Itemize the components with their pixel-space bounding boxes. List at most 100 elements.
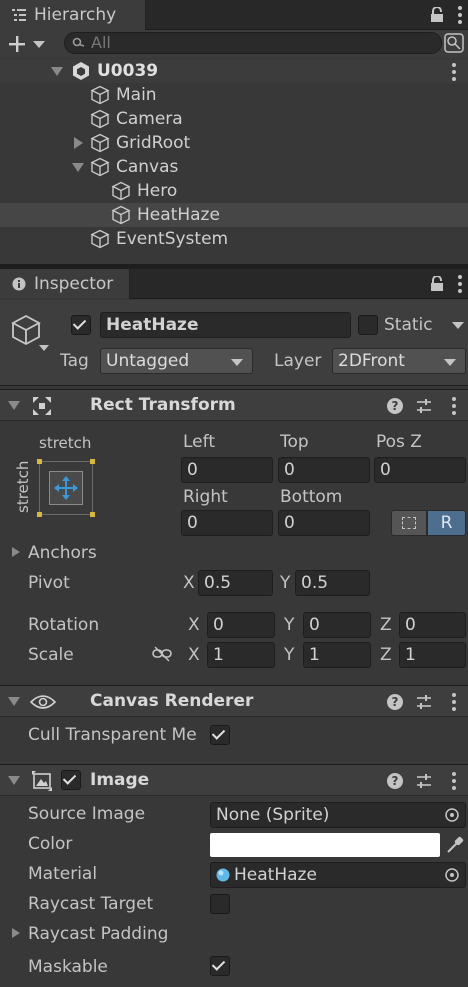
posz-value: 0 <box>380 460 391 480</box>
scene-row[interactable]: U0039 <box>0 59 468 83</box>
chevron-down-icon <box>33 41 45 48</box>
component-menu-icon[interactable] <box>452 693 456 711</box>
preset-icon[interactable] <box>416 773 432 789</box>
tag-dropdown[interactable]: Untagged <box>100 348 253 374</box>
image-enabled-checkbox[interactable] <box>61 770 81 790</box>
blueprint-mode-button[interactable] <box>391 510 427 536</box>
pivot-y-value: 0.5 <box>301 573 329 593</box>
left-input[interactable]: 0 <box>181 457 273 483</box>
rotation-z-input[interactable]: 0 <box>399 612 466 638</box>
raycast-padding-foldout-icon[interactable] <box>12 928 20 938</box>
component-menu-icon[interactable] <box>452 397 456 415</box>
tag-label: Tag <box>60 351 89 371</box>
top-input[interactable]: 0 <box>278 457 370 483</box>
pivot-y-input[interactable]: 0.5 <box>295 570 370 596</box>
hierarchy-item-eventsystem[interactable]: EventSystem <box>0 227 468 251</box>
create-button[interactable] <box>8 34 45 54</box>
expand-arrow-icon[interactable] <box>74 137 83 149</box>
posz-input[interactable]: 0 <box>374 457 466 483</box>
hierarchy-item-canvas[interactable]: Canvas <box>0 155 468 179</box>
scale-z-label: Z <box>380 645 392 665</box>
bottom-input[interactable]: 0 <box>278 510 370 536</box>
hierarchy-tab-label: Hierarchy <box>34 5 117 25</box>
top-label: Top <box>280 432 309 452</box>
color-swatch[interactable] <box>210 833 440 857</box>
anchor-presets-button[interactable] <box>37 459 95 517</box>
static-dropdown-arrow-icon[interactable] <box>452 322 464 329</box>
hierarchy-item-gridroot[interactable]: GridRoot <box>0 131 468 155</box>
stretch-arrows-icon <box>54 476 78 500</box>
scale-z-value: 1 <box>405 645 416 665</box>
bottom-value: 0 <box>284 513 295 533</box>
gameobject-cube-icon <box>111 205 131 225</box>
hierarchy-item-camera[interactable]: Camera <box>0 107 468 131</box>
raycast-target-checkbox[interactable] <box>210 894 230 914</box>
scale-y-label: Y <box>284 645 295 665</box>
rot-z-label: Z <box>380 615 392 635</box>
tab-inspector[interactable]: Inspector <box>0 269 130 299</box>
inspector-menu-icon[interactable] <box>458 275 462 293</box>
pivot-label: Pivot <box>28 573 70 593</box>
raycast-padding-label[interactable]: Raycast Padding <box>28 924 168 944</box>
object-active-checkbox[interactable] <box>71 315 91 335</box>
hierarchy-item-main[interactable]: Main <box>0 83 468 107</box>
hierarchy-item-heathaze[interactable]: HeatHaze <box>0 203 468 227</box>
pivot-x-input[interactable]: 0.5 <box>198 570 273 596</box>
material-value: HeatHaze <box>234 865 317 885</box>
raw-edit-button[interactable]: R <box>427 510 466 536</box>
preset-icon[interactable] <box>416 398 432 414</box>
foldout-arrow-icon[interactable] <box>8 401 20 410</box>
hierarchy-menu-icon[interactable] <box>458 6 462 24</box>
rect-transform-icon <box>33 397 51 415</box>
maskable-checkbox[interactable] <box>210 956 230 976</box>
scene-picker-icon[interactable] <box>444 33 464 53</box>
scale-z-input[interactable]: 1 <box>399 642 466 668</box>
image-header[interactable]: Image ? <box>0 764 468 796</box>
rotation-label: Rotation <box>28 615 100 635</box>
expand-arrow-icon[interactable] <box>51 66 63 76</box>
tab-hierarchy[interactable]: Hierarchy <box>0 0 146 30</box>
anchor-side-label: stretch <box>14 460 32 513</box>
constrain-proportions-link-icon[interactable] <box>152 645 172 663</box>
anchors-foldout-icon[interactable] <box>12 547 20 557</box>
layer-dropdown[interactable]: 2DFront <box>332 348 466 374</box>
cull-transparent-checkbox[interactable] <box>210 725 230 745</box>
help-icon[interactable]: ? <box>387 398 403 414</box>
hierarchy-item-hero[interactable]: Hero <box>0 179 468 203</box>
object-name-input[interactable]: HeatHaze <box>100 312 351 338</box>
lock-icon[interactable] <box>430 276 444 292</box>
static-checkbox[interactable] <box>358 315 378 335</box>
rect-transform-header[interactable]: Rect Transform ? <box>0 389 468 421</box>
hierarchy-search-input[interactable]: All <box>64 32 442 54</box>
info-icon <box>12 277 26 291</box>
icon-dropdown-arrow-icon[interactable] <box>39 345 49 351</box>
object-picker-icon[interactable] <box>445 808 459 822</box>
eyedropper-icon[interactable] <box>446 836 464 854</box>
source-image-field[interactable]: None (Sprite) <box>210 802 466 828</box>
expand-arrow-icon[interactable] <box>72 162 84 172</box>
anchor-top-label: stretch <box>39 434 92 452</box>
scale-x-value: 1 <box>213 645 224 665</box>
scene-menu-icon[interactable] <box>452 63 456 81</box>
rot-y-label: Y <box>284 615 295 635</box>
foldout-arrow-icon[interactable] <box>8 697 20 706</box>
right-input[interactable]: 0 <box>181 510 273 536</box>
rotation-y-input[interactable]: 0 <box>303 612 371 638</box>
gameobject-large-icon[interactable] <box>10 314 42 346</box>
rotation-x-input[interactable]: 0 <box>207 612 275 638</box>
bottom-label: Bottom <box>280 487 343 507</box>
material-field[interactable]: HeatHaze <box>210 862 466 888</box>
scale-x-input[interactable]: 1 <box>207 642 275 668</box>
component-menu-icon[interactable] <box>452 772 456 790</box>
object-name-value: HeatHaze <box>106 315 199 335</box>
anchors-label[interactable]: Anchors <box>28 543 97 563</box>
help-icon[interactable]: ? <box>387 694 403 710</box>
lock-icon[interactable] <box>430 7 444 23</box>
scale-y-input[interactable]: 1 <box>303 642 371 668</box>
preset-icon[interactable] <box>416 694 432 710</box>
gameobject-cube-icon <box>90 109 110 129</box>
help-icon[interactable]: ? <box>387 773 403 789</box>
object-picker-icon[interactable] <box>445 868 459 882</box>
foldout-arrow-icon[interactable] <box>8 776 20 785</box>
canvas-renderer-header[interactable]: Canvas Renderer ? <box>0 685 468 717</box>
